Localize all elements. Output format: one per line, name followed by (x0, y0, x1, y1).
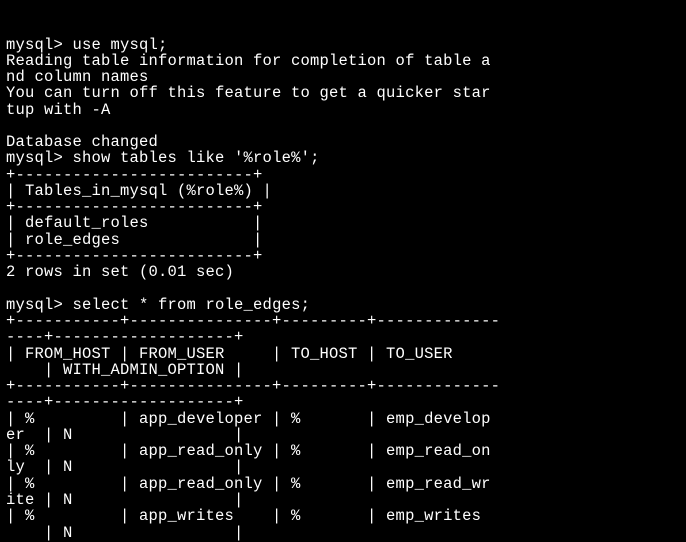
result-summary: 2 rows in set (0.01 sec) (6, 263, 234, 281)
table-row: | N | (6, 524, 244, 542)
output-line: tup with -A (6, 101, 111, 119)
